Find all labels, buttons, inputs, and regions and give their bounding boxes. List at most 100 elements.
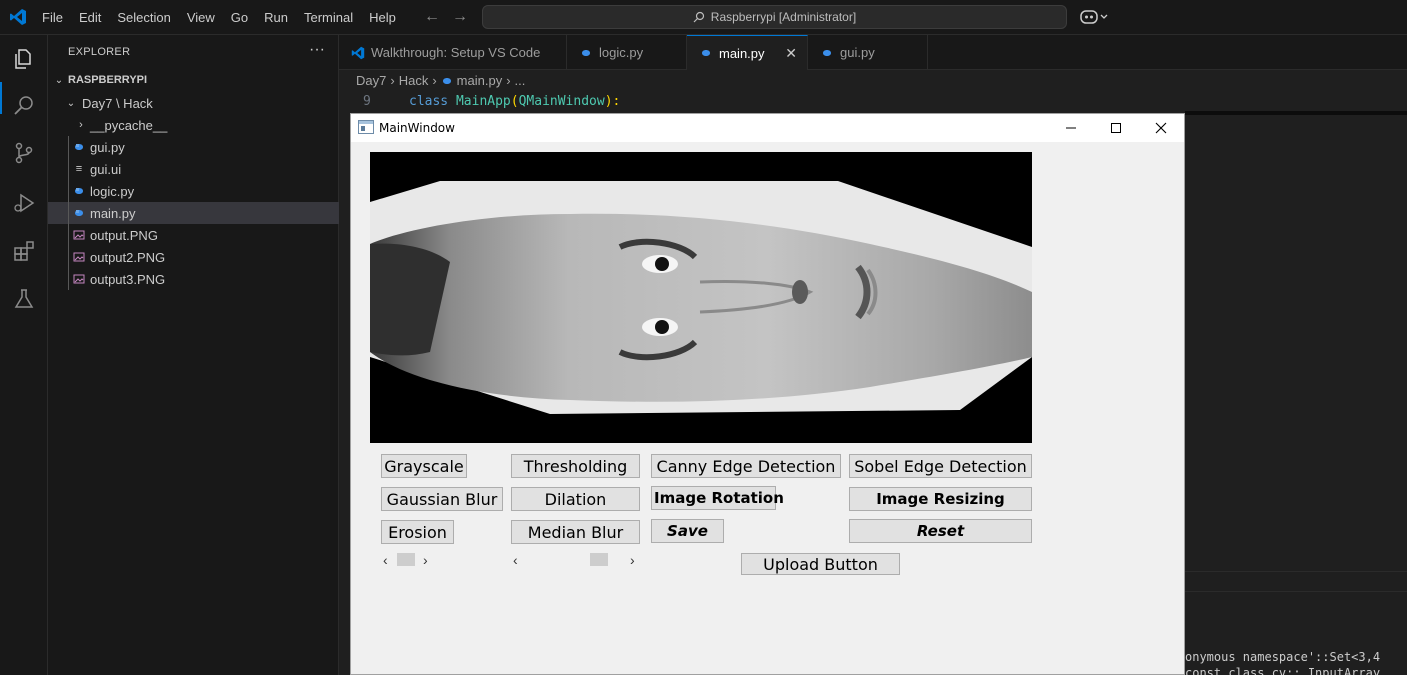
breadcrumb-segment[interactable]: Hack — [399, 73, 429, 88]
tree-root[interactable]: ⌄ RASPBERRYPI — [48, 69, 339, 91]
gaussian-blur-button[interactable]: Gaussian Blur — [381, 487, 503, 511]
save-button[interactable]: Save — [651, 519, 724, 543]
command-center[interactable]: Raspberrypi [Administrator] — [482, 5, 1067, 29]
processed-image-display — [370, 152, 1032, 443]
run-debug-icon[interactable] — [12, 191, 36, 215]
grayscale-button[interactable]: Grayscale — [381, 454, 467, 478]
median-blur-button[interactable]: Median Blur — [511, 520, 640, 544]
breadcrumb: Day7 › Hack › main.py › ... — [356, 73, 525, 88]
extensions-icon[interactable] — [12, 239, 36, 263]
python-icon — [442, 77, 451, 84]
code-line[interactable]: 9 class MainApp(QMainWindow): — [339, 93, 1407, 113]
chevron-down-icon: ⌄ — [54, 74, 64, 86]
minimize-icon[interactable] — [1061, 118, 1081, 138]
close-icon[interactable] — [1151, 118, 1171, 138]
upload-button[interactable]: Upload Button — [741, 553, 900, 575]
image-file-icon — [72, 228, 86, 242]
tab-label: Walkthrough: Setup VS Code — [371, 45, 541, 60]
slider-1[interactable]: ‹ › — [383, 551, 433, 569]
tree-root-label: RASPBERRYPI — [68, 74, 148, 86]
chevron-right-icon: › — [432, 73, 437, 88]
tree-item-output2-png[interactable]: output2.PNG — [48, 246, 339, 268]
qt-title-bar: MainWindow — [351, 114, 1184, 142]
text-file-icon: ≡ — [75, 163, 83, 175]
menu-terminal[interactable]: Terminal — [296, 10, 361, 25]
testing-flask-icon[interactable] — [12, 287, 36, 311]
tab-gui-py[interactable]: gui.py — [808, 35, 928, 70]
qt-window-title: MainWindow — [379, 121, 455, 135]
tab-label: main.py — [719, 45, 765, 61]
menu-help[interactable]: Help — [361, 10, 404, 25]
tree-folder-day7-hack[interactable]: ⌄ Day7 \ Hack — [48, 92, 339, 114]
slider-handle[interactable] — [590, 553, 608, 566]
menu-edit[interactable]: Edit — [71, 10, 109, 25]
python-icon — [699, 46, 713, 60]
sobel-edge-button[interactable]: Sobel Edge Detection — [849, 454, 1032, 478]
dilation-button[interactable]: Dilation — [511, 487, 640, 511]
line-number: 9 — [363, 94, 371, 109]
tab-label: gui.py — [840, 45, 875, 60]
editor-tabs: Walkthrough: Setup VS Code logic.py main… — [339, 35, 1407, 70]
slider-2[interactable]: ‹ › — [513, 551, 641, 569]
back-arrow-icon[interactable]: ← — [424, 8, 440, 26]
tree-item-gui-ui[interactable]: ≡ gui.ui — [48, 158, 339, 180]
more-actions-icon[interactable]: ··· — [309, 41, 325, 59]
tree-item-output3-png[interactable]: output3.PNG — [48, 268, 339, 290]
slider-left-arrow-icon[interactable]: ‹ — [383, 551, 388, 569]
vscode-window: { "menu": ["File", "Edit", "Selection", … — [0, 0, 1407, 675]
tree-item-label: output3.PNG — [90, 271, 166, 287]
source-control-icon[interactable] — [12, 141, 36, 165]
activity-bar — [0, 35, 48, 675]
python-file-icon — [72, 206, 86, 220]
code-paren: ( — [510, 94, 519, 109]
slider-right-arrow-icon[interactable]: › — [630, 551, 635, 569]
tree-item-pycache[interactable]: › __pycache__ — [48, 114, 339, 136]
chevron-down-icon: ⌄ — [66, 97, 76, 109]
menu-view[interactable]: View — [179, 10, 223, 25]
tree-item-main-py[interactable]: main.py — [48, 202, 339, 224]
tab-walkthrough[interactable]: Walkthrough: Setup VS Code — [339, 35, 567, 70]
image-rotation-button[interactable]: Image Rotation — [651, 486, 784, 510]
tree-item-logic-py[interactable]: logic.py — [48, 180, 339, 202]
reset-button[interactable]: Reset — [849, 519, 1032, 543]
panel-divider — [1185, 571, 1407, 572]
image-resizing-button[interactable]: Image Resizing — [849, 487, 1032, 511]
search-icon[interactable] — [12, 93, 36, 117]
code-paren: ): — [604, 94, 621, 109]
code-keyword: class — [409, 94, 449, 109]
forward-arrow-icon[interactable]: → — [452, 8, 468, 26]
breadcrumb-segment[interactable]: ... — [515, 73, 526, 88]
menu-file[interactable]: File — [34, 10, 71, 25]
tree-item-label: gui.ui — [90, 161, 122, 177]
search-icon — [693, 11, 704, 23]
explorer-sidebar: EXPLORER ··· ⌄ RASPBERRYPI ⌄ Day7 \ Hack… — [48, 35, 339, 675]
thresholding-button[interactable]: Thresholding — [511, 454, 640, 478]
maximize-icon[interactable] — [1106, 118, 1126, 138]
breadcrumb-segment[interactable]: main.py — [457, 73, 503, 88]
python-icon — [579, 46, 593, 60]
canny-edge-button[interactable]: Canny Edge Detection — [651, 454, 841, 478]
code-base-class: QMainWindow — [518, 94, 605, 109]
menu-run[interactable]: Run — [256, 10, 296, 25]
copilot-icon[interactable] — [1080, 8, 1110, 26]
slider-left-arrow-icon[interactable]: ‹ — [513, 551, 518, 569]
erosion-button[interactable]: Erosion — [381, 520, 454, 544]
breadcrumb-segment[interactable]: Day7 — [356, 73, 386, 88]
title-bar: File Edit Selection View Go Run Terminal… — [0, 0, 1407, 35]
slider-right-arrow-icon[interactable]: › — [423, 551, 428, 569]
command-center-label: Raspberrypi [Administrator] — [710, 10, 857, 24]
tree-item-output-png[interactable]: output.PNG — [48, 224, 339, 246]
tree-item-gui-py[interactable]: gui.py — [48, 136, 339, 158]
menu-go[interactable]: Go — [223, 10, 256, 25]
tab-logic-py[interactable]: logic.py — [567, 35, 687, 70]
slider-handle[interactable] — [397, 553, 415, 566]
close-tab-icon[interactable]: ✕ — [785, 45, 797, 62]
python-file-icon — [72, 140, 86, 154]
editor-scroll-shadow — [1185, 111, 1407, 115]
explorer-icon[interactable] — [12, 47, 36, 71]
terminal-output-line: onymous namespace'::Set<3,4 — [1185, 650, 1381, 664]
app-window-icon — [358, 120, 374, 134]
menu-selection[interactable]: Selection — [109, 10, 178, 25]
tab-main-py[interactable]: main.py ✕ — [687, 35, 808, 70]
explorer-title: EXPLORER — [68, 46, 131, 58]
